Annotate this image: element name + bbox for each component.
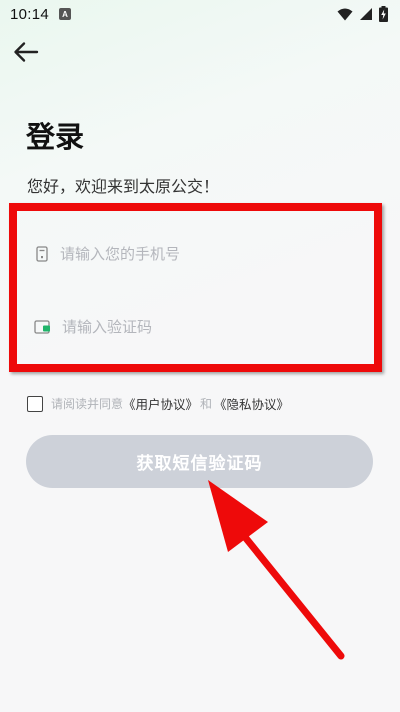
user-agreement-link[interactable]: 《用户协议》	[123, 394, 198, 413]
agreement-row: 请阅读并同意 《用户协议》 和 《隐私协议》	[27, 394, 289, 413]
get-sms-code-button[interactable]: 获取短信验证码	[26, 435, 373, 488]
phone-field[interactable]	[34, 234, 354, 274]
arrow-left-icon	[14, 42, 39, 62]
verify-card-icon	[34, 320, 50, 334]
status-time: 10:14	[10, 5, 50, 23]
page-title: 登录	[26, 120, 85, 154]
welcome-subtitle: 您好，欢迎来到太原公交！	[27, 177, 220, 196]
agreement-prefix: 请阅读并同意	[51, 397, 124, 411]
agreement-checkbox[interactable]	[27, 395, 43, 412]
phone-input[interactable]	[60, 245, 340, 263]
agreement-text: 请阅读并同意 《用户协议》 和 《隐私协议》	[51, 394, 289, 413]
code-field[interactable]	[34, 307, 354, 347]
signal-icon	[360, 8, 372, 20]
code-input[interactable]	[62, 318, 342, 336]
back-button[interactable]	[10, 38, 42, 66]
status-bar: 10:14 A	[0, 0, 400, 28]
notification-a-icon: A	[59, 8, 72, 20]
status-right	[337, 6, 388, 22]
status-left: 10:14 A	[10, 5, 72, 23]
privacy-agreement-link[interactable]: 《隐私协议》	[214, 394, 289, 413]
wifi-icon	[337, 8, 353, 20]
agreement-and: 和	[200, 397, 213, 411]
phone-icon	[36, 246, 48, 262]
battery-charging-icon	[379, 6, 388, 22]
